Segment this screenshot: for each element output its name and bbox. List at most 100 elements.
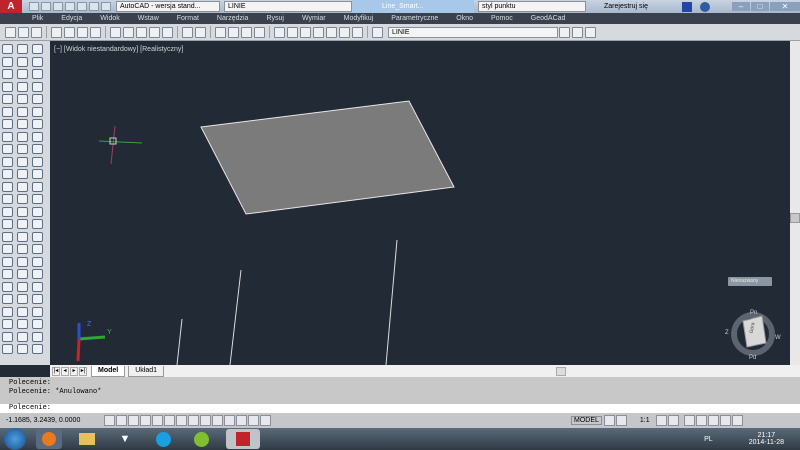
save-icon[interactable] — [53, 2, 63, 11]
tool-icon[interactable] — [2, 256, 13, 267]
file-explorer-icon[interactable] — [74, 429, 100, 449]
tool-icon[interactable] — [32, 44, 43, 54]
layer-previous-icon[interactable] — [572, 26, 583, 38]
tab-model[interactable]: Model — [91, 365, 126, 377]
tool-icon[interactable] — [32, 156, 43, 167]
tool-icon[interactable] — [32, 306, 43, 317]
firefox-icon[interactable] — [36, 429, 62, 449]
tool-icon[interactable] — [17, 106, 28, 117]
tool-icon[interactable] — [32, 281, 43, 292]
transparency-toggle[interactable] — [236, 415, 247, 426]
tool-palettes-icon[interactable] — [300, 26, 311, 38]
clean-screen-icon[interactable] — [731, 415, 743, 426]
ducs-toggle[interactable] — [200, 415, 211, 426]
tool-icon[interactable] — [32, 144, 43, 154]
tool-icon[interactable] — [32, 269, 43, 279]
application-menu-button[interactable]: A — [0, 0, 22, 13]
help-icon[interactable] — [700, 1, 710, 12]
tool-icon[interactable] — [2, 181, 13, 192]
foobar-icon[interactable]: ▼ — [112, 429, 138, 449]
language-indicator[interactable]: PL — [704, 436, 713, 443]
quick-view-layouts-icon[interactable] — [603, 415, 615, 426]
tool-icon[interactable] — [2, 231, 13, 242]
tool-icon[interactable] — [2, 219, 13, 229]
tool-icon[interactable] — [32, 256, 43, 267]
tool-icon[interactable] — [17, 81, 28, 92]
menu-widok[interactable]: Widok — [100, 15, 119, 22]
tool-icon[interactable] — [32, 194, 43, 204]
qp-toggle[interactable] — [248, 415, 259, 426]
properties-icon[interactable] — [274, 26, 285, 38]
viewcube-east[interactable]: W — [775, 335, 781, 341]
tool-icon[interactable] — [32, 244, 43, 254]
workspace-dropdown[interactable]: AutoCAD - wersja stand... — [116, 1, 220, 12]
tool-icon[interactable] — [17, 256, 28, 267]
help-icon[interactable] — [352, 26, 363, 38]
tool-icon[interactable] — [17, 219, 28, 229]
print-icon[interactable] — [51, 26, 62, 38]
layer-states-icon[interactable] — [585, 26, 596, 38]
annotation-visibility-icon[interactable] — [655, 415, 667, 426]
minimize-button[interactable]: – — [732, 2, 750, 11]
menu-geodacad[interactable]: GeodACad — [531, 15, 566, 22]
tool-icon[interactable] — [17, 194, 28, 204]
print-icon[interactable] — [77, 2, 87, 11]
tool-icon[interactable] — [2, 119, 13, 129]
tool-icon[interactable] — [32, 94, 43, 104]
tool-icon[interactable] — [2, 344, 13, 354]
tool-icon[interactable] — [2, 331, 13, 342]
tool-icon[interactable] — [2, 206, 13, 217]
tool-icon[interactable] — [2, 269, 13, 279]
design-center-icon[interactable] — [287, 26, 298, 38]
viewcube-south[interactable]: Pd — [749, 355, 756, 361]
osnap-toggle[interactable] — [164, 415, 175, 426]
menu-wstaw[interactable]: Wstaw — [138, 15, 159, 22]
lineweight-toggle[interactable] — [224, 415, 235, 426]
tool-icon[interactable] — [17, 44, 28, 54]
tool-icon[interactable] — [32, 69, 43, 79]
new-icon[interactable] — [5, 26, 16, 38]
layer-dropdown[interactable]: LINIE — [388, 26, 558, 38]
tool-icon[interactable] — [2, 169, 13, 179]
tab-uklad1[interactable]: Układ1 — [128, 365, 165, 377]
cut-icon[interactable] — [110, 26, 121, 38]
tool-icon[interactable] — [32, 319, 43, 329]
preview-icon[interactable] — [64, 26, 75, 38]
tool-icon[interactable] — [17, 269, 28, 279]
polar-toggle[interactable] — [152, 415, 163, 426]
menu-edycja[interactable]: Edycja — [61, 15, 82, 22]
search-input[interactable]: styl punktu — [478, 1, 586, 12]
menu-modyfikuj[interactable]: Modyfikuj — [344, 15, 374, 22]
menu-wymiar[interactable]: Wymiar — [302, 15, 326, 22]
otrack-toggle[interactable] — [188, 415, 199, 426]
hardware-acceleration-icon[interactable] — [707, 415, 719, 426]
tool-icon[interactable] — [17, 131, 28, 142]
tab-prev-button[interactable]: ◂ — [61, 366, 69, 376]
tool-icon[interactable] — [17, 281, 28, 292]
snap-toggle[interactable] — [116, 415, 127, 426]
tool-icon[interactable] — [17, 331, 28, 342]
menu-okno[interactable]: Okno — [456, 15, 473, 22]
zoom-window-icon[interactable] — [241, 26, 252, 38]
workspace-gear-icon[interactable] — [683, 415, 695, 426]
horizontal-scroll-thumb[interactable] — [556, 366, 567, 376]
match-properties-icon[interactable] — [149, 26, 160, 38]
save-as-icon[interactable] — [65, 2, 75, 11]
publish-icon[interactable] — [77, 26, 88, 38]
new-icon[interactable] — [29, 2, 39, 11]
layer-properties-icon[interactable] — [372, 26, 383, 38]
tab-last-button[interactable]: ▸| — [79, 366, 87, 376]
tool-icon[interactable] — [17, 244, 28, 254]
tool-icon[interactable] — [17, 344, 28, 354]
tool-icon[interactable] — [2, 244, 13, 254]
tool-icon[interactable] — [17, 306, 28, 317]
model-space-button[interactable]: MODEL — [571, 416, 602, 425]
paste-icon[interactable] — [136, 26, 147, 38]
menu-plik[interactable]: Plik — [32, 15, 43, 22]
tool-icon[interactable] — [2, 306, 13, 317]
tool-icon[interactable] — [2, 94, 13, 104]
tab-next-button[interactable]: ▸ — [70, 366, 78, 376]
named-view-dropdown[interactable]: Nienazwany — [728, 277, 772, 286]
exchange-icon[interactable] — [682, 1, 692, 12]
menu-rysuj[interactable]: Rysuj — [266, 15, 284, 22]
